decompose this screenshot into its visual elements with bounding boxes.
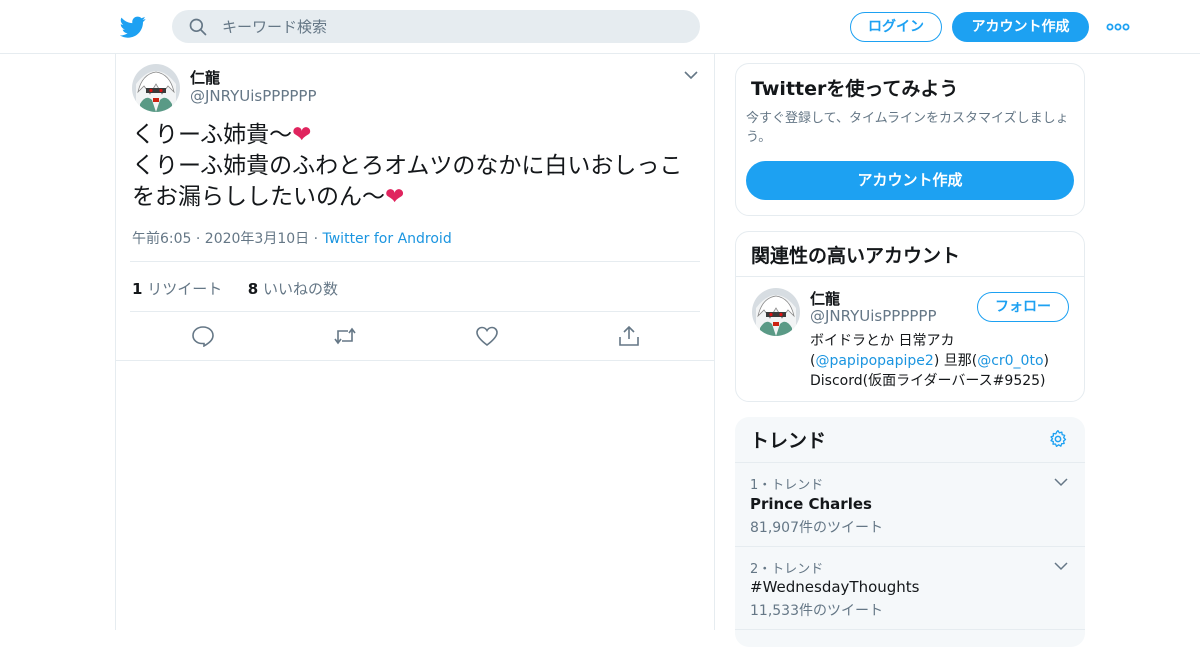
chevron-down-icon[interactable] [1054, 476, 1068, 488]
like-stat[interactable]: 8 いいねの数 [248, 280, 338, 298]
signup-card-title: Twitterを使ってみよう [751, 78, 959, 100]
login-button[interactable]: ログイン [850, 12, 942, 42]
divider [735, 546, 1085, 547]
trend-tweet-count: 11,533件のツイート [750, 603, 883, 619]
trends-title: トレンド [750, 430, 827, 452]
tweet-author-handle[interactable]: @JNRYUisPPPPPP [190, 87, 317, 105]
divider [130, 261, 700, 262]
tweet-author-name[interactable]: 仁龍 [190, 67, 220, 88]
signup-card-description: 今すぐ登録して、タイムラインをカスタマイズしましょう。 [746, 111, 1069, 145]
gear-icon[interactable] [1048, 429, 1068, 449]
more-options-icon[interactable] [1106, 18, 1130, 36]
red-heart-icon: ❤ [385, 184, 405, 210]
avatar-image [752, 288, 800, 336]
chevron-down-icon[interactable] [1054, 560, 1068, 572]
trends-card: トレンド 1・トレンド Prince Charles 81,907件のツイート … [735, 417, 1085, 647]
retweet-icon[interactable] [333, 325, 357, 347]
timeline-column: 仁龍 @JNRYUisPPPPPP くりーふ姉貴～❤ くりーふ姉貴のふわとろオム… [115, 54, 715, 630]
avatar[interactable] [132, 64, 180, 112]
bio-mention-link[interactable]: @papipopapipe2 [815, 353, 933, 369]
tweet-text-line2: くりーふ姉貴のふわとろオムツのなかに白いおしっこをお漏らししたいのん～ [132, 153, 683, 210]
related-account-name[interactable]: 仁龍 [810, 288, 840, 309]
divider [735, 462, 1085, 463]
signup-button[interactable]: アカウント作成 [952, 12, 1089, 42]
related-account-handle[interactable]: @JNRYUisPPPPPP [810, 307, 937, 325]
reply-icon[interactable] [191, 325, 215, 347]
search-icon [189, 18, 207, 36]
tweet-timestamp[interactable]: 午前6:05 · 2020年3月10日 · [132, 231, 323, 247]
red-heart-icon: ❤ [292, 122, 312, 148]
tweet-text: くりーふ姉貴～❤ くりーふ姉貴のふわとろオムツのなかに白いおしっこをお漏らしした… [132, 120, 698, 213]
tweet-source-link[interactable]: Twitter for Android [323, 231, 452, 247]
signup-card-button[interactable]: アカウント作成 [746, 161, 1074, 200]
avatar[interactable] [752, 288, 800, 336]
tweet: 仁龍 @JNRYUisPPPPPP くりーふ姉貴～❤ くりーふ姉貴のふわとろオム… [116, 54, 714, 361]
related-accounts-card: 関連性の高いアカウント 仁龍 @JNRYUisPPPPPP フォロー ボイドラと… [735, 231, 1085, 402]
bio-mention-link[interactable]: @cr0_0to [977, 353, 1043, 369]
tweet-stats: 1 リツイート 8 いいねの数 [132, 278, 338, 299]
trend-name[interactable]: #WednesdayThoughts [750, 578, 920, 596]
follow-button[interactable]: フォロー [977, 292, 1069, 322]
search-box[interactable] [172, 10, 700, 43]
retweet-stat[interactable]: 1 リツイート [132, 280, 222, 298]
related-account-bio: ボイドラとか 日常アカ (@papipopapipe2) 旦那(@cr0_0to… [810, 333, 1049, 389]
like-heart-icon[interactable] [475, 325, 499, 347]
divider [736, 276, 1084, 277]
trend-tweet-count: 81,907件のツイート [750, 520, 883, 536]
twitter-bird-icon[interactable] [120, 14, 146, 40]
trend-name[interactable]: Prince Charles [750, 495, 872, 513]
avatar-image [132, 64, 180, 112]
chevron-down-icon[interactable] [683, 68, 699, 82]
signup-card: Twitterを使ってみよう 今すぐ登録して、タイムラインをカスタマイズしましょ… [735, 63, 1085, 216]
top-bar: ログイン アカウント作成 [0, 0, 1200, 54]
search-input[interactable] [222, 10, 682, 43]
related-accounts-title: 関連性の高いアカウント [751, 245, 961, 267]
tweet-text-line1: くりーふ姉貴～ [132, 122, 293, 148]
share-icon[interactable] [617, 325, 641, 347]
divider [130, 311, 700, 312]
tweet-metadata: 午前6:05 · 2020年3月10日 · Twitter for Androi… [132, 228, 452, 248]
